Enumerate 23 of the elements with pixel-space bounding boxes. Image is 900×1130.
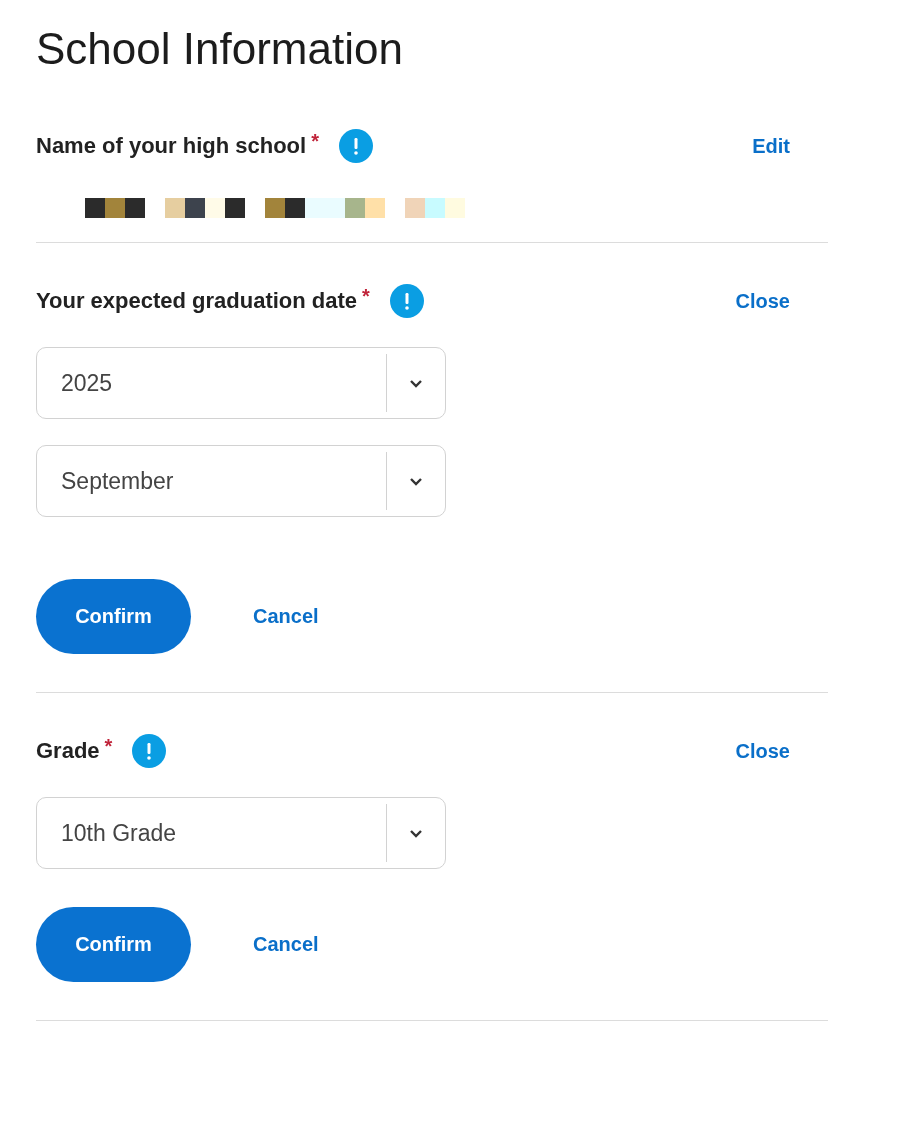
confirm-button[interactable]: Confirm [36,907,191,982]
dropdown-select[interactable]: 10th Grade [36,797,446,869]
info-icon[interactable] [132,734,167,768]
chevron-down-icon [409,828,423,838]
chevron-down-icon [409,476,423,486]
required-mark: * [311,130,319,153]
confirm-button[interactable]: Confirm [36,579,191,654]
edit-link[interactable]: Edit [752,134,790,158]
required-mark: * [362,285,370,308]
field-label: Name of your high school [36,133,307,159]
page-title: School Information [36,23,404,75]
required-mark: * [104,735,113,758]
cancel-link[interactable]: Cancel [253,933,319,956]
field-label: Your expected graduation date [36,288,358,314]
close-link[interactable]: Close [735,739,790,763]
chevron-down-icon [409,378,423,388]
dropdown-select[interactable]: 2025 [36,347,446,419]
field-label: Grade [36,738,100,764]
info-icon[interactable] [389,284,424,318]
dropdown-select[interactable]: September [36,445,446,517]
cancel-link[interactable]: Cancel [253,605,319,628]
close-link[interactable]: Close [735,289,790,313]
info-icon[interactable] [338,129,373,163]
